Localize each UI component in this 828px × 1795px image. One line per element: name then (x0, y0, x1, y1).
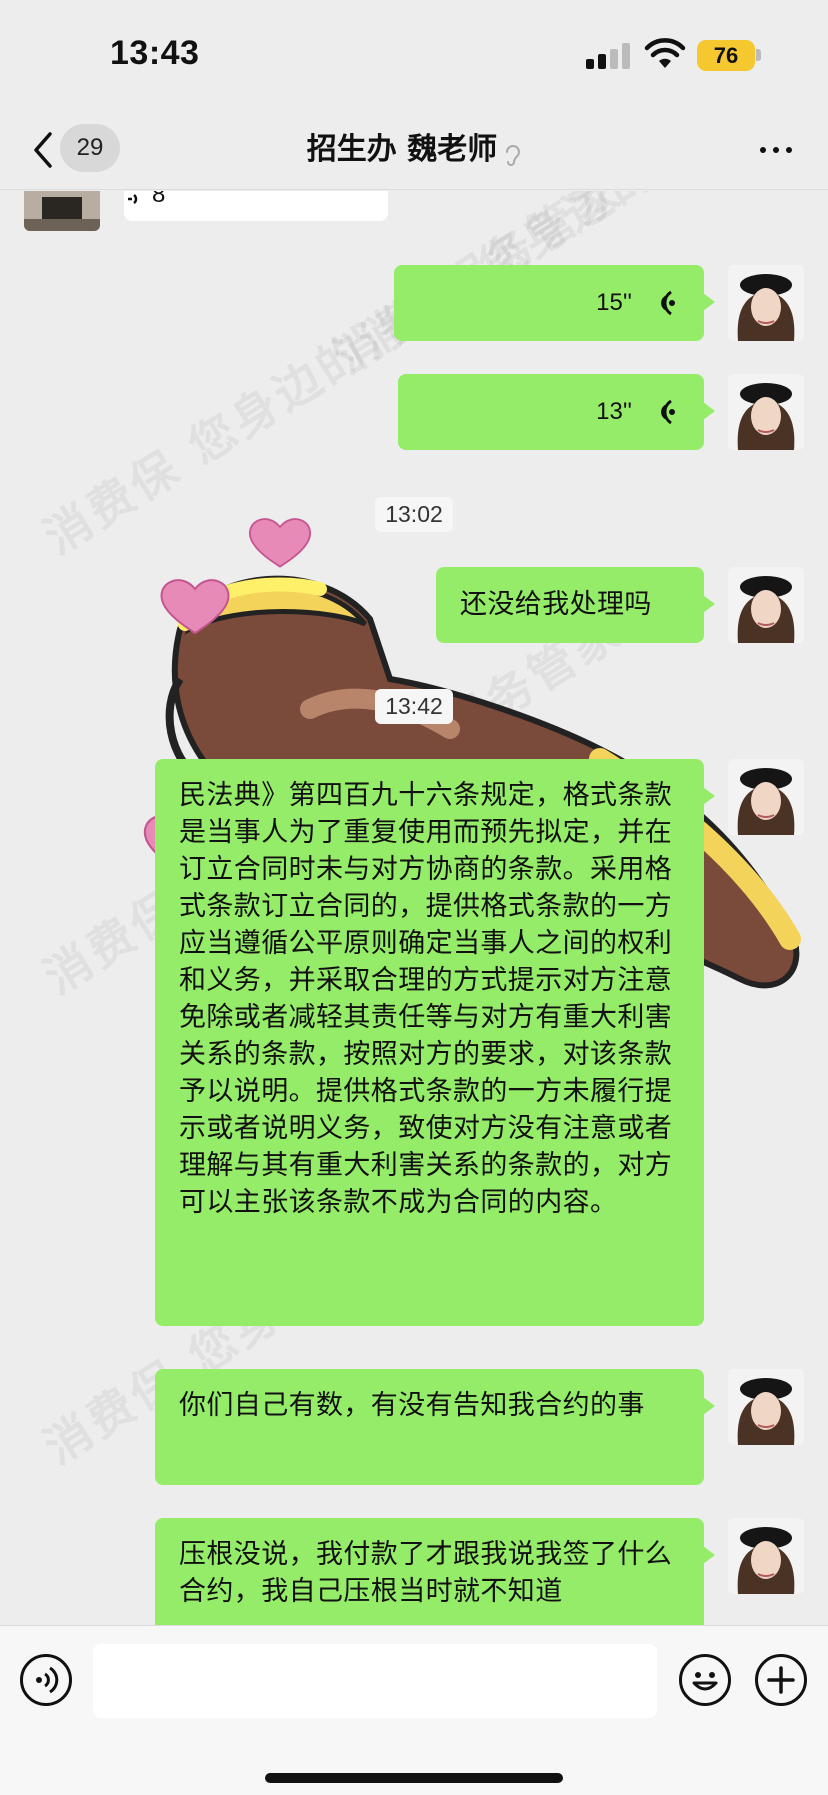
chat-input-bar (0, 1625, 828, 1795)
emoji-button[interactable] (679, 1654, 731, 1706)
my-avatar[interactable] (728, 1369, 804, 1445)
sent-text-message[interactable]: 还没给我处理吗 (436, 567, 715, 643)
my-avatar[interactable] (728, 265, 804, 341)
avatar-image (24, 191, 100, 231)
sent-voice-message[interactable]: 13'' (398, 374, 715, 450)
chat-title: 招生办 魏老师 (306, 132, 498, 167)
message-timestamp: 13:42 (0, 689, 828, 724)
my-avatar[interactable] (728, 1518, 804, 1594)
avatar-image (728, 567, 804, 643)
cellular-signal-icon (586, 43, 630, 69)
status-bar: 13:43 76 (0, 0, 828, 110)
voice-duration: 15'' (596, 289, 632, 316)
voice-input-button[interactable] (20, 1654, 72, 1706)
sent-voice-message[interactable]: 15'' (394, 265, 715, 341)
more-functions-button[interactable] (755, 1654, 807, 1706)
my-avatar[interactable] (728, 759, 804, 835)
message-text: 你们自己有数，有没有告知我合约的事 (179, 1390, 645, 1421)
voice-wave-icon (661, 290, 675, 316)
chat-title-wrap: 招生办 魏老师 (0, 110, 828, 190)
my-avatar[interactable] (728, 374, 804, 450)
contact-avatar[interactable] (24, 191, 100, 231)
voice-duration: 13'' (596, 398, 632, 425)
message-text: 民法典》第四百九十六条规定，格式条款是当事人为了重复使用而预先拟定，并在订立合同… (179, 780, 673, 1218)
message-text: 还没给我处理吗 (460, 589, 652, 620)
earpiece-mode-icon (506, 144, 521, 166)
timestamp-text: 13:42 (375, 689, 453, 724)
battery-tip (756, 49, 761, 61)
received-voice-message[interactable]: 8'' (124, 191, 388, 221)
sent-text-message[interactable]: 你们自己有数，有没有告知我合约的事 (155, 1369, 715, 1485)
smiley-icon (692, 1672, 718, 1691)
more-options-icon[interactable] (756, 140, 796, 160)
voice-wave-icon (128, 194, 138, 204)
sent-text-message[interactable]: 压根没说，我付款了才跟我说我签了什么合约，我自己压根当时就不知道 (155, 1518, 715, 1625)
chat-header: 招生办 魏老师 29 (0, 110, 828, 190)
avatar-image (728, 265, 804, 341)
message-timestamp: 13:02 (0, 497, 828, 532)
voice-duration: 8'' (152, 191, 175, 208)
my-avatar[interactable] (728, 567, 804, 643)
home-indicator[interactable] (265, 1773, 563, 1783)
message-text: 压根没说，我付款了才跟我说我签了什么合约，我自己压根当时就不知道 (179, 1539, 673, 1607)
avatar-image (728, 1518, 804, 1594)
voice-wave-icon (36, 1666, 59, 1694)
battery-level: 76 (713, 43, 739, 68)
plus-icon (767, 1666, 795, 1694)
voice-wave-icon (661, 399, 675, 425)
avatar-image (728, 759, 804, 835)
status-time: 13:43 (110, 34, 200, 72)
message-input[interactable] (93, 1644, 657, 1718)
timestamp-text: 13:02 (375, 497, 453, 532)
wifi-icon (644, 38, 686, 68)
avatar-image (728, 1369, 804, 1445)
battery-indicator: 76 (697, 40, 755, 71)
chat-message-list[interactable]: 消费保 您身边的消费服务管家 消费保 您身边的消费服务管家 消费保 您身边的消费… (0, 191, 828, 1625)
unread-count-badge[interactable]: 29 (60, 124, 120, 172)
back-chevron-icon[interactable] (28, 128, 58, 172)
sent-text-message[interactable]: 民法典》第四百九十六条规定，格式条款是当事人为了重复使用而预先拟定，并在订立合同… (155, 759, 715, 1326)
avatar-image (728, 374, 804, 450)
